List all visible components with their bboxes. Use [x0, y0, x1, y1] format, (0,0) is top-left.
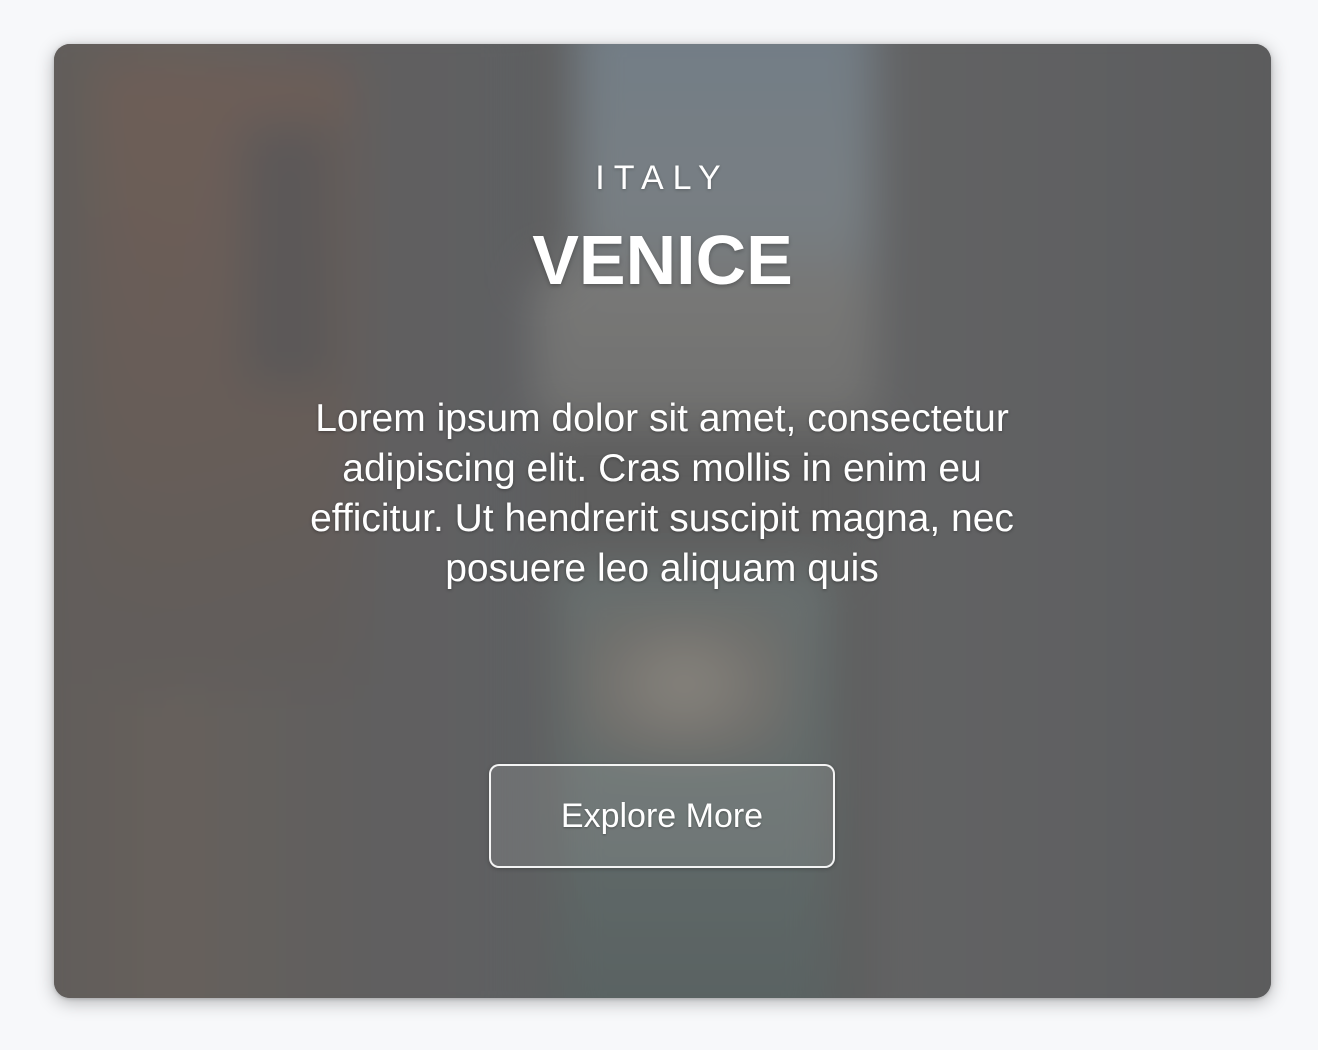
- country-label: ITALY: [595, 159, 730, 197]
- explore-more-button[interactable]: Explore More: [489, 764, 835, 868]
- page: ITALY VENICE Lorem ipsum dolor sit amet,…: [0, 0, 1318, 1050]
- card-content: ITALY VENICE Lorem ipsum dolor sit amet,…: [54, 44, 1271, 998]
- destination-card: ITALY VENICE Lorem ipsum dolor sit amet,…: [54, 44, 1271, 998]
- card-description: Lorem ipsum dolor sit amet, consectetur …: [310, 397, 1014, 590]
- city-title: VENICE: [532, 221, 793, 299]
